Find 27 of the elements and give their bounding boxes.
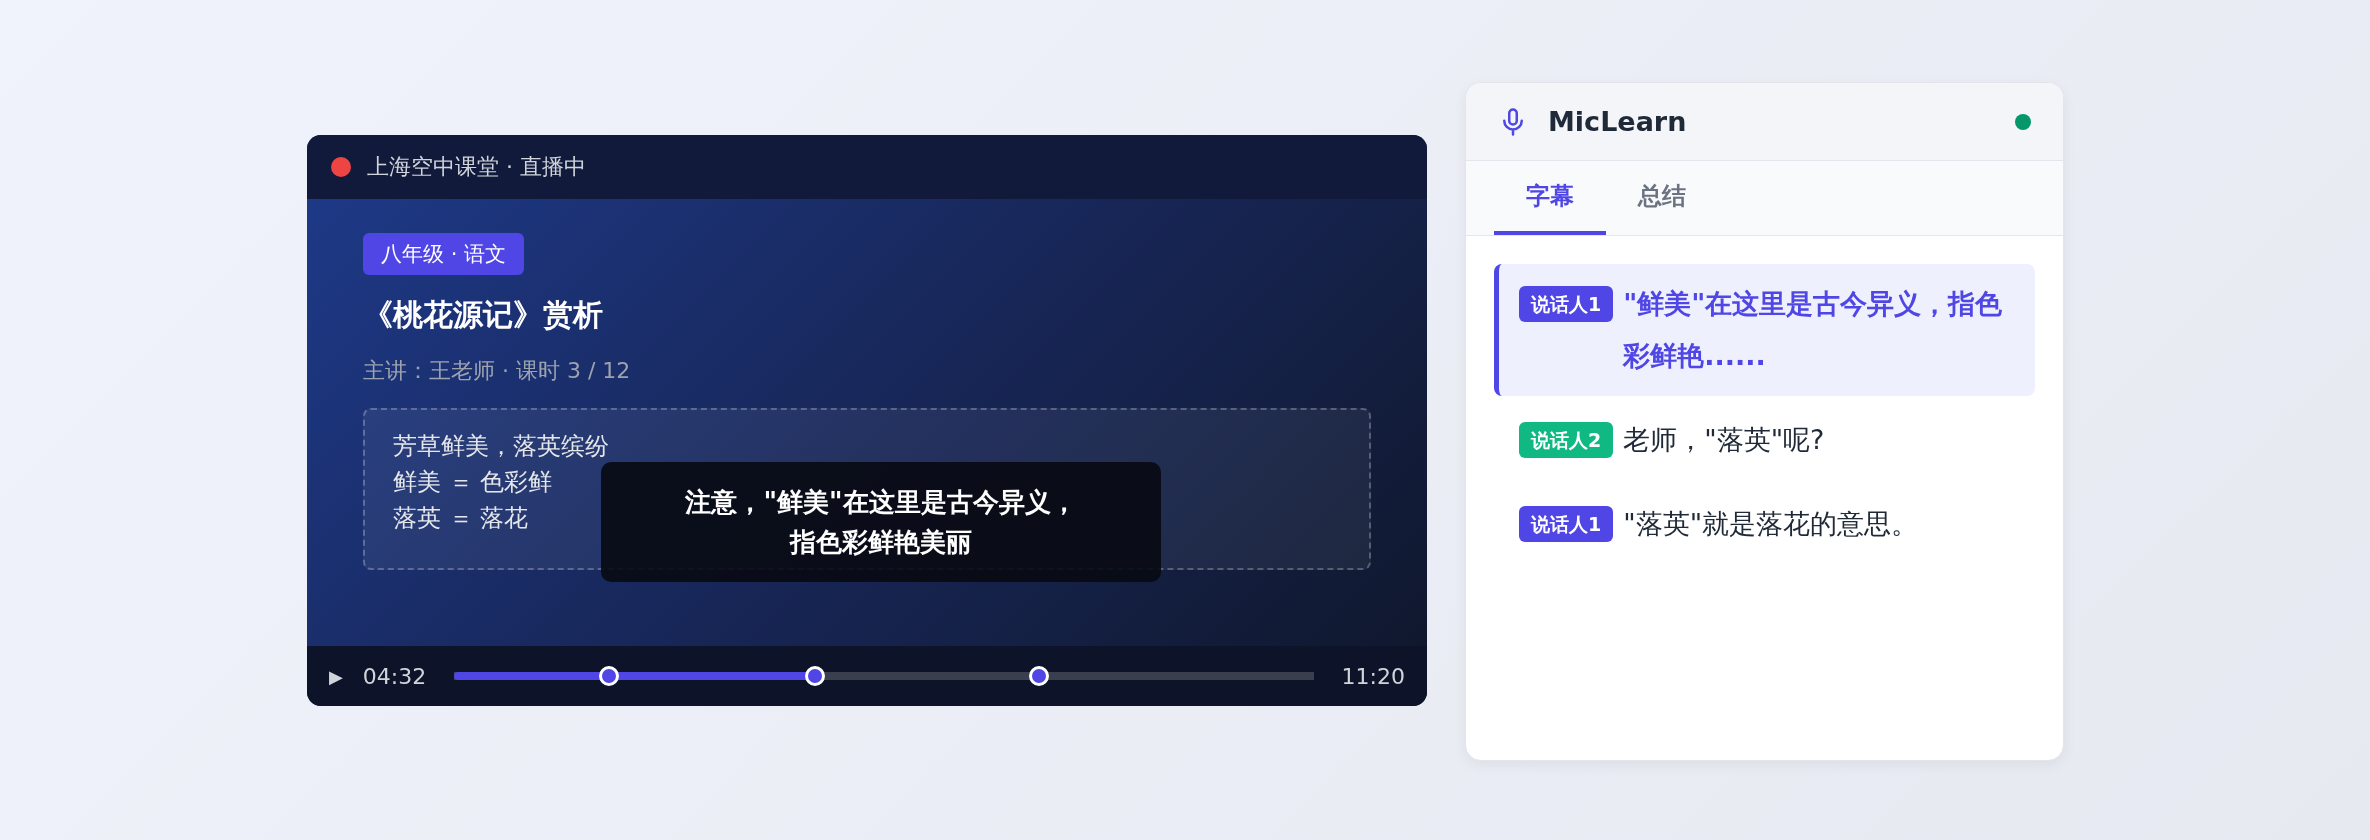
grade-tag: 八年级 · 语文 bbox=[363, 233, 525, 275]
lesson-info: 主讲：王老师 · 课时 3 / 12 bbox=[363, 357, 631, 385]
board-line: 芳草鲜美，落英缤纷 bbox=[393, 431, 609, 462]
caption-entry[interactable]: 说话人1 "落英"就是落花的意思。 bbox=[1494, 484, 2035, 564]
speaker-badge: 说话人2 bbox=[1519, 422, 1614, 458]
current-time: 04:32 bbox=[362, 663, 427, 689]
lesson-title: 《桃花源记》赏析 bbox=[363, 296, 603, 334]
caption-entry[interactable]: 说话人1 "鲜美"在这里是古今异义，指色彩鲜艳...... bbox=[1494, 264, 2035, 396]
caption-text: 老师，"落英"呢? bbox=[1623, 423, 1826, 457]
caption-line: 注意，"鲜美"在这里是古今异义， bbox=[685, 486, 1077, 519]
speaker-badge: 说话人1 bbox=[1519, 286, 1614, 322]
chapter-marker[interactable] bbox=[598, 666, 619, 686]
chapter-marker[interactable] bbox=[805, 666, 826, 686]
caption-entry[interactable]: 说话人2 老师，"落英"呢? bbox=[1494, 400, 2035, 480]
caption-text: "落英"就是落花的意思。 bbox=[1623, 507, 1920, 541]
chapter-marker[interactable] bbox=[1028, 666, 1049, 686]
caption-text: "鲜美"在这里是古今异义，指色彩鲜艳...... bbox=[1623, 287, 2004, 373]
board-line: 落英 ＝ 落花 bbox=[393, 503, 529, 534]
stream-title: 上海空中课堂 · 直播中 bbox=[367, 153, 586, 181]
speaker-badge: 说话人1 bbox=[1519, 506, 1614, 542]
caption-line: 指色彩鲜艳美丽 bbox=[790, 526, 972, 559]
total-time: 11:20 bbox=[1341, 663, 1405, 689]
app-name: MicLearn bbox=[1548, 106, 1688, 137]
tab[interactable]: 总结 bbox=[1606, 161, 1718, 235]
play-button[interactable]: ▶ bbox=[329, 665, 343, 687]
tab[interactable]: 字幕 bbox=[1494, 161, 1606, 235]
board-line: 鲜美 ＝ 色彩鲜 bbox=[393, 467, 553, 498]
